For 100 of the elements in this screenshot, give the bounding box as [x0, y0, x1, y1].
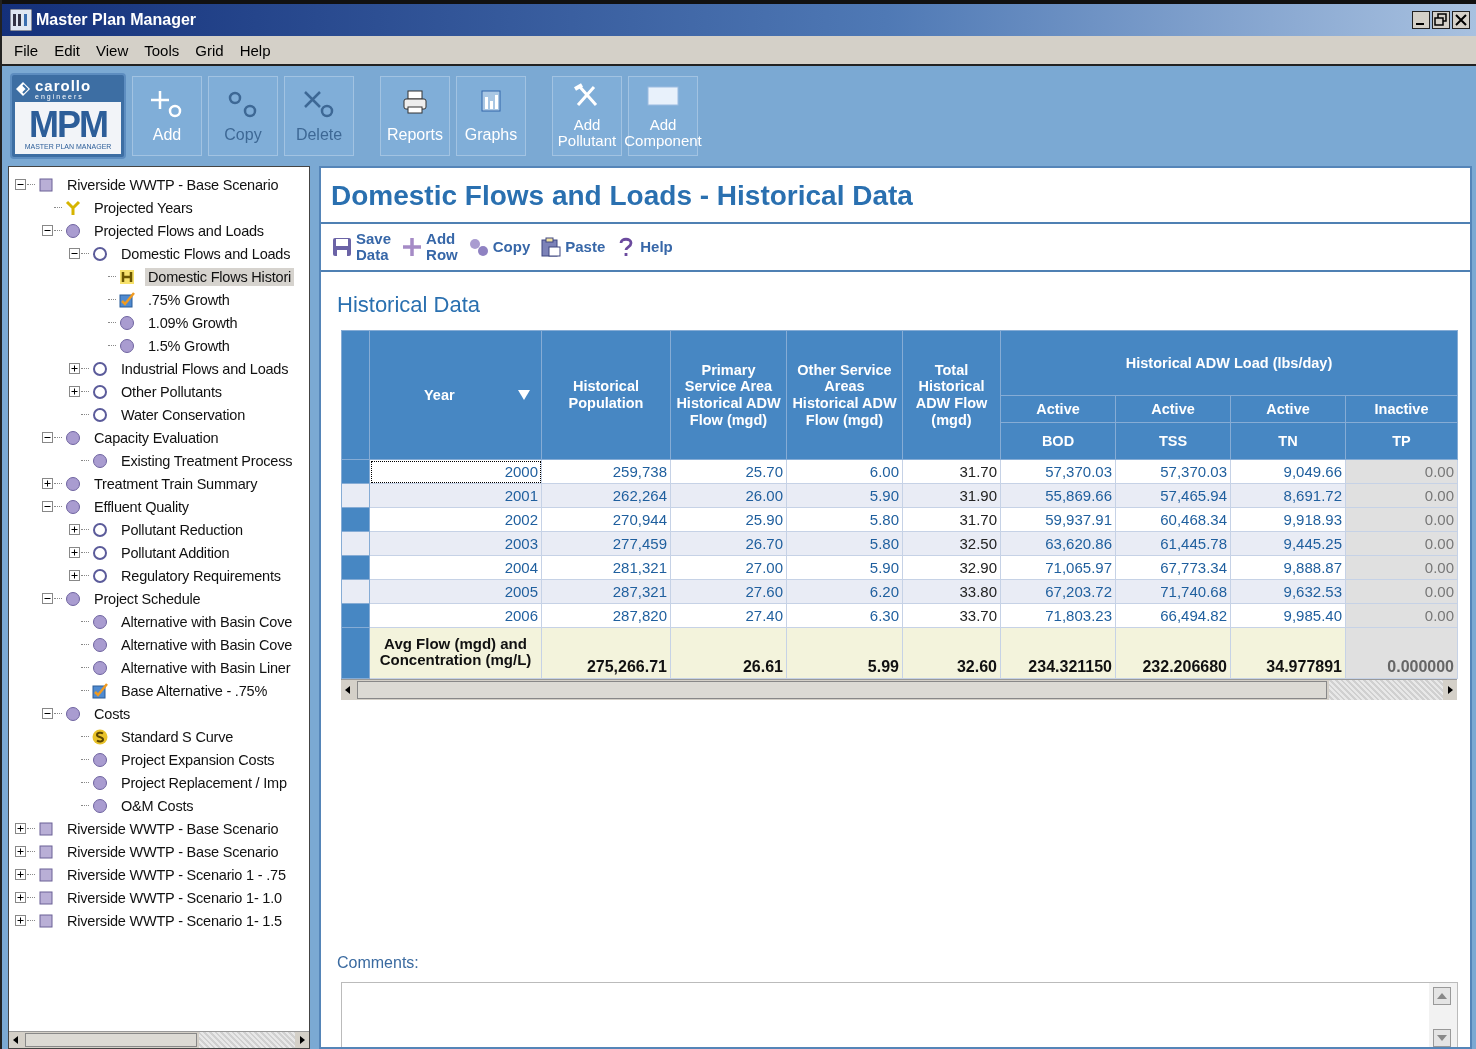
table-cell[interactable]: 27.00 [670, 555, 787, 580]
column-header[interactable]: Year [369, 330, 542, 460]
tree-item[interactable]: Riverside WWTP - Scenario 1- 1.5 [64, 911, 285, 930]
expander-icon[interactable] [15, 892, 26, 903]
expander-icon[interactable] [15, 823, 26, 834]
tree-item[interactable]: Base Alternative - .75% [118, 681, 271, 700]
column-header[interactable]: Historical Population [541, 330, 671, 460]
menu-item[interactable]: Help [239, 41, 271, 59]
table-cell[interactable]: 5.90 [786, 483, 903, 508]
table-cell[interactable]: 55,869.66 [1000, 483, 1116, 508]
table-cell[interactable]: 2003 [369, 531, 542, 556]
tree-item[interactable]: Riverside WWTP - Base Scenario [64, 842, 282, 861]
table-cell[interactable]: 60,468.34 [1115, 507, 1231, 532]
table-cell[interactable]: 6.00 [786, 459, 903, 484]
table-cell[interactable]: 9,918.93 [1230, 507, 1346, 532]
expander-icon[interactable] [15, 846, 26, 857]
tree-item[interactable]: Treatment Train Summary [91, 474, 261, 493]
tree-item[interactable]: Riverside WWTP - Base Scenario [64, 175, 282, 194]
expander-icon[interactable] [42, 501, 53, 512]
expander-icon[interactable] [15, 869, 26, 880]
scroll-thumb[interactable] [357, 681, 1327, 699]
tree-item[interactable]: Regulatory Requirements [118, 566, 284, 585]
table-cell[interactable]: 71,065.97 [1000, 555, 1116, 580]
tree-item[interactable]: 1.09% Growth [145, 313, 241, 332]
table-cell[interactable]: 5.80 [786, 531, 903, 556]
table-cell[interactable]: 61,445.78 [1115, 531, 1231, 556]
tree-item[interactable]: Capacity Evaluation [91, 428, 222, 447]
table-cell[interactable]: 26.70 [670, 531, 787, 556]
table-cell[interactable]: 25.70 [670, 459, 787, 484]
tree-item[interactable]: Existing Treatment Process [118, 451, 296, 470]
action-button[interactable]: Help [615, 236, 673, 258]
horizontal-scrollbar[interactable] [9, 1031, 309, 1048]
expander-icon[interactable] [42, 432, 53, 443]
column-header[interactable]: TP [1345, 422, 1458, 460]
tree-item[interactable]: O&M Costs [118, 796, 197, 815]
expander-icon[interactable] [42, 225, 53, 236]
tree-item[interactable]: Projected Flows and Loads [91, 221, 267, 240]
scroll-thumb[interactable] [25, 1033, 197, 1047]
table-cell[interactable]: 57,370.03 [1000, 459, 1116, 484]
expander-icon[interactable] [42, 478, 53, 489]
table-cell[interactable]: 9,632.53 [1230, 579, 1346, 604]
table-cell[interactable]: 2002 [369, 507, 542, 532]
tree-item[interactable]: Costs [91, 704, 134, 723]
tree-item[interactable]: Project Expansion Costs [118, 750, 278, 769]
table-cell[interactable]: 6.20 [786, 579, 903, 604]
tree-item[interactable]: Pollutant Reduction [118, 520, 246, 539]
column-header[interactable]: Total Historical ADW Flow (mgd) [902, 330, 1001, 460]
table-cell[interactable]: 9,888.87 [1230, 555, 1346, 580]
table-cell[interactable]: 9,445.25 [1230, 531, 1346, 556]
expander-icon[interactable] [42, 708, 53, 719]
table-cell[interactable]: 9,049.66 [1230, 459, 1346, 484]
table-cell[interactable]: 57,370.03 [1115, 459, 1231, 484]
menu-item[interactable]: Grid [195, 41, 224, 59]
expander-icon[interactable] [69, 386, 80, 397]
table-cell[interactable]: 57,465.94 [1115, 483, 1231, 508]
expander-icon[interactable] [69, 547, 80, 558]
expander-icon[interactable] [42, 593, 53, 604]
horizontal-scrollbar[interactable] [341, 679, 1457, 700]
tree-item[interactable]: 1.5% Growth [145, 336, 233, 355]
tree-item[interactable]: Projected Years [91, 198, 196, 217]
table-cell[interactable]: 8,691.72 [1230, 483, 1346, 508]
table-cell[interactable]: 259,738 [541, 459, 671, 484]
tree-item[interactable]: Effluent Quality [91, 497, 192, 516]
column-header[interactable]: TSS [1115, 422, 1231, 460]
table-cell[interactable]: 27.60 [670, 579, 787, 604]
table-cell[interactable]: 2006 [369, 603, 542, 628]
scroll-down-icon[interactable] [1433, 1029, 1451, 1047]
comments-field[interactable] [341, 982, 1458, 1047]
expander-icon[interactable] [15, 915, 26, 926]
table-cell[interactable]: 2004 [369, 555, 542, 580]
table-cell[interactable]: 2001 [369, 483, 542, 508]
table-cell[interactable]: 6.30 [786, 603, 903, 628]
tree-item[interactable]: Pollutant Addition [118, 543, 233, 562]
table-cell[interactable]: 2000 [369, 459, 542, 484]
tree-item[interactable]: Industrial Flows and Loads [118, 359, 292, 378]
table-cell[interactable]: 63,620.86 [1000, 531, 1116, 556]
column-header[interactable]: BOD [1000, 422, 1116, 460]
table-cell[interactable]: 67,203.72 [1000, 579, 1116, 604]
action-button[interactable]: Paste [540, 236, 606, 258]
menu-item[interactable]: File [14, 41, 39, 59]
table-cell[interactable]: 270,944 [541, 507, 671, 532]
table-cell[interactable]: 2005 [369, 579, 542, 604]
table-cell[interactable]: 287,321 [541, 579, 671, 604]
column-header[interactable]: Other Service Areas Historical ADW Flow (mgd) [786, 330, 903, 460]
tree-item[interactable]: Other Pollutants [118, 382, 225, 401]
tree-item[interactable]: Riverside WWTP - Base Scenario [64, 819, 282, 838]
tree-item[interactable]: Riverside WWTP - Scenario 1- 1.0 [64, 888, 285, 907]
table-cell[interactable]: 262,264 [541, 483, 671, 508]
tree-item[interactable]: Water Conservation [118, 405, 248, 424]
menu-item[interactable]: View [96, 41, 129, 59]
tree-item[interactable]: Standard S Curve [118, 727, 237, 746]
table-cell[interactable]: 71,740.68 [1115, 579, 1231, 604]
menu-item[interactable]: Tools [144, 41, 180, 59]
action-button[interactable]: Copy [467, 236, 531, 258]
tree-item[interactable]: Domestic Flows and Loads [118, 244, 294, 263]
expander-icon[interactable] [69, 363, 80, 374]
table-cell[interactable]: 26.00 [670, 483, 787, 508]
tree-item[interactable]: Riverside WWTP - Scenario 1 - .75 [64, 865, 289, 884]
table-cell[interactable]: 59,937.91 [1000, 507, 1116, 532]
table-cell[interactable]: 67,773.34 [1115, 555, 1231, 580]
